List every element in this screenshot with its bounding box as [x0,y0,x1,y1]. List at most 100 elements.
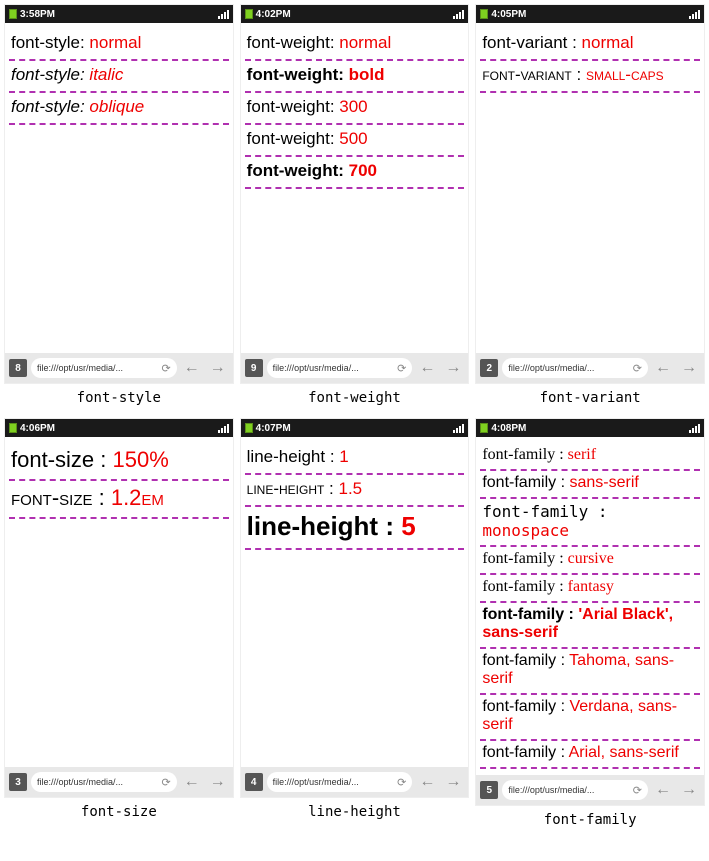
forward-button[interactable]: → [207,773,229,791]
reload-icon[interactable]: ⟳ [161,776,170,789]
browser-toolbar: 3 file:///opt/usr/media/...⟳ ← → [5,767,233,797]
css-demo-row: font-size : 1.2em [9,481,229,519]
clock-time: 4:05PM [491,9,689,20]
property-label: font-variant : [482,33,581,52]
css-demo-row: font-weight: bold [245,61,465,93]
browser-toolbar: 9 file:///opt/usr/media/...⟳ ← → [241,353,469,383]
property-label: font-style: [11,33,89,52]
back-button[interactable]: ← [652,359,674,377]
browser-toolbar: 5 file:///opt/usr/media/...⟳ ← → [476,775,704,805]
status-bar: 4:06PM [5,419,233,437]
property-label: font-size : [11,485,111,510]
property-value: monospace [482,521,569,540]
property-label: font-variant : [482,65,586,84]
page-content: line-height : 1line-height : 1.5line-hei… [241,437,469,767]
property-value: 150% [112,447,168,472]
tab-count-button[interactable]: 3 [9,773,27,791]
signal-icon [218,10,229,19]
battery-icon [245,9,253,19]
status-bar: 4:08PM [476,419,704,437]
battery-icon [480,9,488,19]
css-demo-row: line-height : 1 [245,443,465,475]
property-label: font-weight: [247,33,340,52]
property-label: font-family : [482,698,569,715]
url-bar[interactable]: file:///opt/usr/media/...⟳ [31,772,177,792]
url-bar[interactable]: file:///opt/usr/media/...⟳ [502,780,648,800]
status-bar: 4:02PM [241,5,469,23]
property-label: font-weight: [247,129,340,148]
forward-button[interactable]: → [678,359,700,377]
url-bar[interactable]: file:///opt/usr/media/...⟳ [31,358,177,378]
css-demo-row: font-weight: 300 [245,93,465,125]
property-label: font-family : [482,578,567,595]
forward-button[interactable]: → [442,773,464,791]
phone-screen: 3:58PM font-style: normalfont-style: ita… [4,4,234,384]
back-button[interactable]: ← [652,781,674,799]
property-label: font-family : [482,502,607,521]
signal-icon [689,424,700,433]
property-label: font-family : [482,474,569,491]
signal-icon [453,10,464,19]
browser-toolbar: 2 file:///opt/usr/media/...⟳ ← → [476,353,704,383]
url-bar[interactable]: file:///opt/usr/media/...⟳ [267,772,413,792]
property-label: font-weight: [247,97,340,116]
forward-button[interactable]: → [678,781,700,799]
back-button[interactable]: ← [416,773,438,791]
tab-count-button[interactable]: 5 [480,781,498,799]
reload-icon[interactable]: ⟳ [633,362,642,375]
clock-time: 4:08PM [491,423,689,434]
property-label: font-family : [482,550,567,567]
page-content: font-style: normalfont-style: italicfont… [5,23,233,353]
property-value: serif [568,446,596,463]
page-content: font-family : seriffont-family : sans-se… [476,437,704,775]
reload-icon[interactable]: ⟳ [161,362,170,375]
forward-button[interactable]: → [207,359,229,377]
property-value: 1 [339,447,348,466]
property-label: font-size : [11,447,112,472]
reload-icon[interactable]: ⟳ [397,776,406,789]
clock-time: 4:06PM [20,423,218,434]
tab-count-button[interactable]: 8 [9,359,27,377]
page-content: font-size : 150%font-size : 1.2em [5,437,233,767]
phone-screen: 4:07PM line-height : 1line-height : 1.5l… [240,418,470,798]
tab-count-button[interactable]: 2 [480,359,498,377]
back-button[interactable]: ← [416,359,438,377]
css-demo-row: font-family : fantasy [480,575,700,603]
back-button[interactable]: ← [181,773,203,791]
property-label: font-family : [482,652,569,669]
property-value: 500 [339,129,367,148]
property-value: normal [339,33,391,52]
property-value: oblique [89,97,144,116]
battery-icon [9,423,17,433]
css-demo-row: line-height : 1.5 [245,475,465,507]
tab-count-button[interactable]: 9 [245,359,263,377]
property-value: bold [349,65,385,84]
css-demo-row: font-family : Verdana, sans-serif [480,695,700,741]
back-button[interactable]: ← [181,359,203,377]
property-label: font-style: [11,65,89,84]
url-bar[interactable]: file:///opt/usr/media/...⟳ [267,358,413,378]
reload-icon[interactable]: ⟳ [397,362,406,375]
clock-time: 4:02PM [256,9,454,20]
property-value: cursive [568,550,614,567]
property-value: 300 [339,97,367,116]
property-label: font-style: [11,97,89,116]
reload-icon[interactable]: ⟳ [633,784,642,797]
url-bar[interactable]: file:///opt/usr/media/...⟳ [502,358,648,378]
property-label: font-family : [482,446,567,463]
property-value: sans-serif [569,474,638,491]
property-label: font-weight: [247,161,349,180]
css-demo-row: font-family : 'Arial Black', sans-serif [480,603,700,649]
signal-icon [689,10,700,19]
forward-button[interactable]: → [442,359,464,377]
css-demo-row: font-style: normal [9,29,229,61]
css-demo-row: font-family : serif [480,443,700,471]
css-demo-row: font-weight: 500 [245,125,465,157]
css-demo-row: font-weight: 700 [245,157,465,189]
css-demo-row: font-variant : normal [480,29,700,61]
property-label: font-weight: [247,65,349,84]
property-value: 1.2em [111,485,164,510]
phone-screen: 4:02PM font-weight: normalfont-weight: b… [240,4,470,384]
tab-count-button[interactable]: 4 [245,773,263,791]
css-demo-row: font-style: italic [9,61,229,93]
